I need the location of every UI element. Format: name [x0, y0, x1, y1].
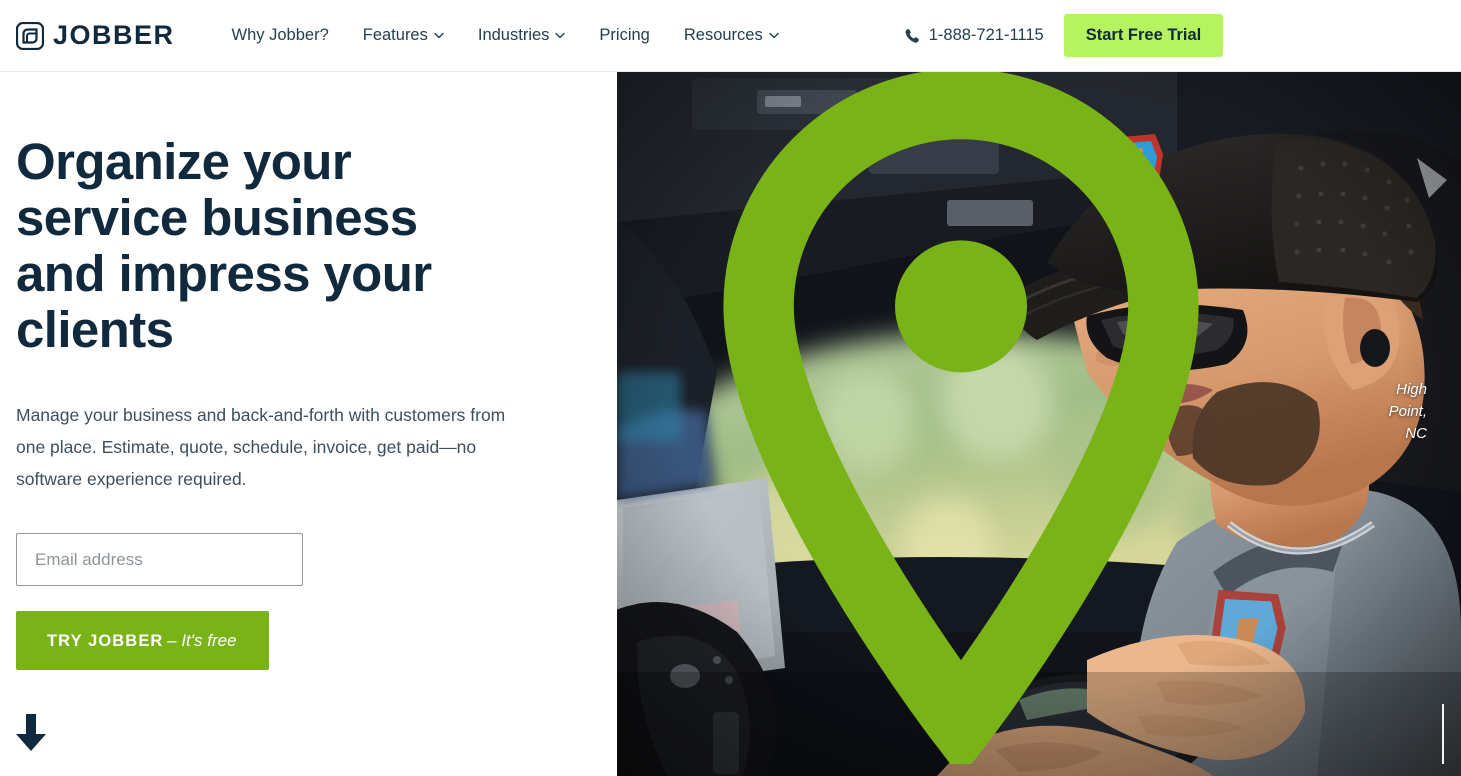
caption-details: Dixon & Company High Point, NC: [617, 72, 1427, 764]
hero-left-column: Organize your service business and impre…: [0, 72, 617, 776]
logo-text: JOBBER: [53, 20, 175, 50]
email-input[interactable]: [16, 533, 303, 586]
nav-links: Why Jobber? Features Industries Pricing …: [215, 26, 796, 45]
phone-link[interactable]: 1-888-721-1115: [904, 26, 1044, 45]
top-navigation-bar: JOBBER Why Jobber? Features Industries P…: [0, 0, 1461, 72]
hero-subcopy: Manage your business and back-and-forth …: [16, 405, 506, 489]
carousel-progress-indicator[interactable]: [1442, 704, 1444, 764]
nav-item-label: Pricing: [599, 26, 650, 44]
nav-item-label: Why Jobber?: [231, 26, 329, 44]
caption-location: High Point, NC: [1388, 381, 1428, 442]
nav-item-label: Resources: [683, 26, 763, 44]
phone-icon: [904, 28, 920, 44]
nav-item-label: Features: [362, 26, 428, 44]
chevron-down-icon: [555, 32, 566, 39]
photo-caption: Tyler Dixon Dixon & Company High Point, …: [617, 72, 1427, 764]
nav-item-resources[interactable]: Resources: [667, 26, 796, 45]
page-title: Organize your service business and impre…: [16, 133, 432, 358]
hero-page: JOBBER Why Jobber? Features Industries P…: [0, 0, 1461, 776]
nav-item-pricing[interactable]: Pricing: [582, 26, 666, 45]
start-free-trial-button[interactable]: Start Free Trial: [1063, 14, 1224, 57]
cta-primary-label: TRY JOBBER: [47, 631, 164, 650]
chevron-down-icon: [434, 32, 444, 39]
chevron-down-icon: [769, 32, 779, 39]
jobber-logo-icon: [16, 21, 44, 50]
hero-photo: Tyler Dixon Dixon & Company High Point, …: [617, 72, 1461, 776]
map-pin-icon: [617, 72, 1383, 764]
nav-item-why-jobber[interactable]: Why Jobber?: [215, 26, 346, 45]
nav-item-industries[interactable]: Industries: [461, 26, 583, 45]
nav-item-features[interactable]: Features: [346, 26, 461, 45]
nav-item-label: Industries: [477, 26, 550, 44]
phone-number: 1-888-721-1115: [928, 26, 1044, 44]
cta-secondary-label: – It's free: [167, 630, 237, 650]
try-jobber-button[interactable]: TRY JOBBER – It's free: [16, 611, 269, 670]
logo[interactable]: JOBBER: [16, 20, 175, 50]
nav-actions: 1-888-721-1115 Start Free Trial: [904, 14, 1224, 57]
